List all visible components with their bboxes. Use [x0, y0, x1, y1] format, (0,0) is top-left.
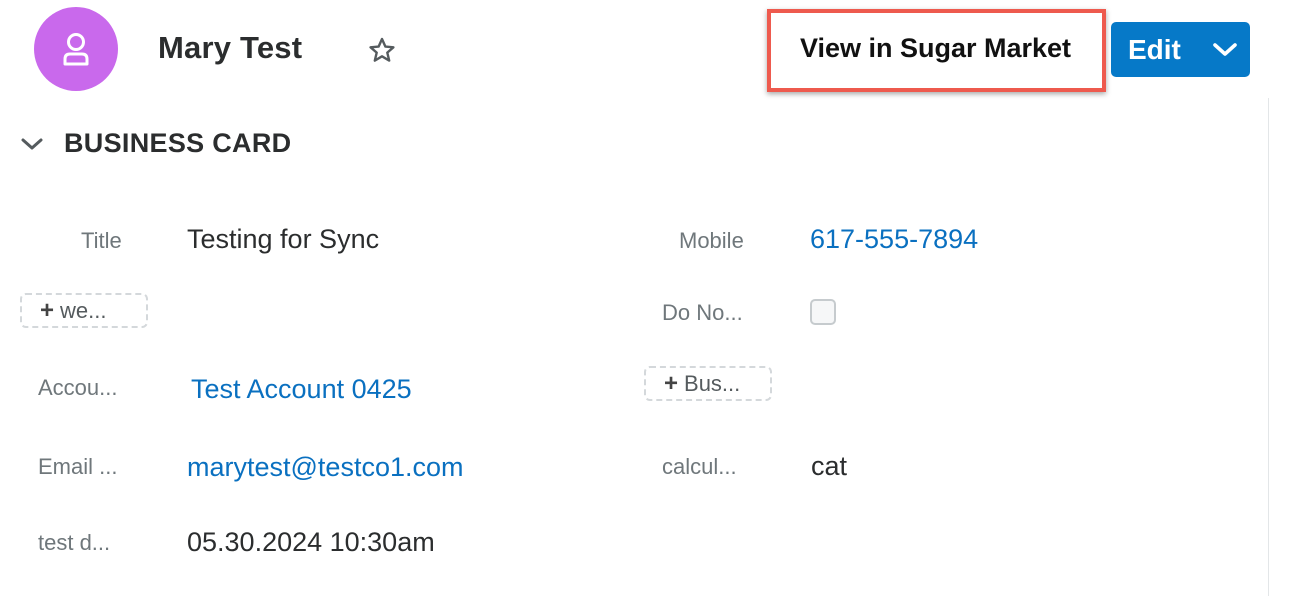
- edit-button-group: Edit: [1111, 22, 1250, 77]
- contact-person-icon: [63, 33, 89, 66]
- account-label: Accou...: [38, 375, 118, 400]
- test-date-value: 05.30.2024 10:30am: [187, 527, 435, 557]
- calculated-value: cat: [811, 451, 848, 481]
- favorite-star-icon[interactable]: [366, 35, 398, 67]
- title-label: Title: [81, 228, 122, 253]
- do-not-call-checkbox[interactable]: [810, 299, 836, 325]
- account-link[interactable]: Test Account 0425: [191, 374, 412, 405]
- email-label: Email ...: [38, 454, 118, 479]
- business-card-panel-toggle[interactable]: BUSINESS CARD: [20, 128, 291, 159]
- plus-icon: +: [664, 369, 679, 397]
- scroll-divider: [1268, 98, 1269, 596]
- plus-icon: +: [40, 296, 55, 324]
- chevron-down-icon: [1212, 42, 1237, 56]
- chevron-down-icon: [21, 138, 43, 149]
- calculated-label: calcul...: [662, 454, 737, 479]
- add-business-button[interactable]: + Bus...: [644, 366, 772, 401]
- add-website-label: we...: [60, 297, 107, 323]
- title-value: Testing for Sync: [187, 224, 380, 254]
- test-date-label: test d...: [38, 530, 111, 555]
- edit-dropdown-toggle[interactable]: [1199, 22, 1250, 77]
- avatar: [34, 7, 118, 91]
- view-in-sugar-market-button[interactable]: View in Sugar Market: [776, 17, 1095, 80]
- add-website-button[interactable]: + we...: [20, 293, 148, 328]
- edit-button[interactable]: Edit: [1111, 22, 1199, 77]
- mobile-link[interactable]: 617-555-7894: [810, 224, 978, 255]
- do-not-call-label: Do No...: [662, 300, 743, 325]
- email-link[interactable]: marytest@testco1.com: [187, 452, 464, 483]
- record-name: Mary Test: [158, 30, 303, 65]
- add-business-label: Bus...: [684, 370, 741, 396]
- panel-title: BUSINESS CARD: [64, 128, 292, 158]
- mobile-label: Mobile: [679, 228, 744, 253]
